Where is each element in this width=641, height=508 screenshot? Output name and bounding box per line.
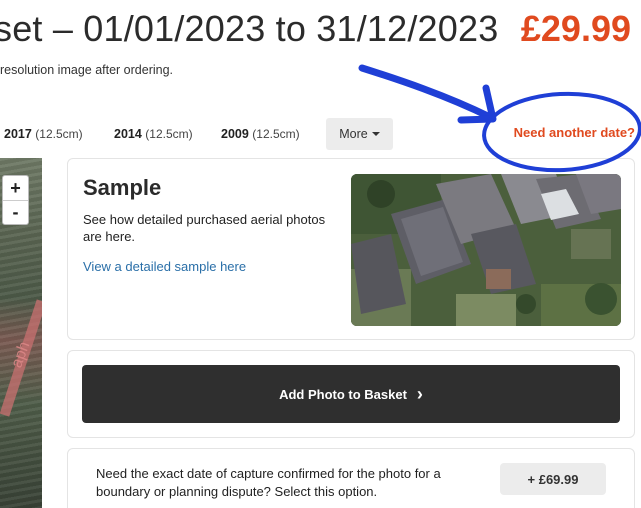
map-zoom-control: + -	[2, 175, 29, 225]
need-another-date-link[interactable]: Need another date?	[514, 125, 635, 140]
capture-date-option-text: Need the exact date of capture confirmed…	[96, 466, 441, 499]
more-label: More	[339, 127, 368, 141]
year-option-2017[interactable]: 2017 (12.5cm)	[4, 127, 83, 141]
annotation-arrow-icon	[358, 64, 497, 124]
year-option-2014[interactable]: 2014 (12.5cm)	[114, 127, 193, 141]
capture-date-add-button[interactable]: + £69.99	[500, 463, 606, 495]
zoom-in-button[interactable]: +	[3, 176, 28, 200]
year-label: 2017	[4, 127, 32, 141]
sample-link[interactable]: View a detailed sample here	[83, 259, 246, 274]
add-to-basket-button[interactable]: Add Photo to Basket ›	[82, 365, 620, 423]
year-resolution: (12.5cm)	[35, 127, 83, 141]
year-resolution: (12.5cm)	[252, 127, 300, 141]
map-watermark: aph	[8, 339, 34, 371]
sample-title: Sample	[83, 175, 162, 200]
zoom-out-button[interactable]: -	[3, 200, 28, 224]
year-option-2009[interactable]: 2009 (12.5cm)	[221, 127, 300, 141]
resolution-note: resolution image after ordering.	[0, 63, 174, 77]
add-to-basket-label: Add Photo to Basket	[279, 386, 407, 402]
capture-date-option-card: Need the exact date of capture confirmed…	[67, 448, 635, 508]
caret-down-icon	[371, 132, 380, 136]
year-label: 2014	[114, 127, 142, 141]
price-label: £29.99	[520, 8, 631, 49]
basket-card: Add Photo to Basket ›	[67, 350, 635, 438]
year-label: 2009	[221, 127, 249, 141]
year-resolution: (12.5cm)	[145, 127, 193, 141]
chevron-right-icon: ›	[416, 384, 423, 404]
more-years-dropdown[interactable]: More	[326, 118, 393, 150]
sample-card: Sample See how detailed purchased aerial…	[67, 158, 635, 340]
page-title: set – 01/01/2023 to 31/12/2023	[0, 8, 499, 49]
sample-description: See how detailed purchased aerial photos…	[83, 212, 326, 244]
sample-aerial-image	[351, 174, 621, 326]
